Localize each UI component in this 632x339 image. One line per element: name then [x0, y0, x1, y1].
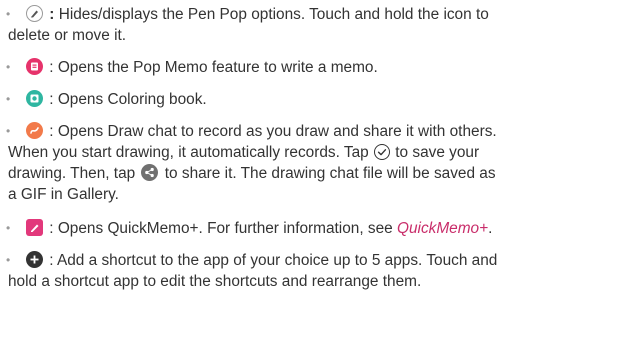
bullet: • — [6, 60, 11, 74]
item-text: Add a shortcut to the app of your choice… — [56, 252, 498, 269]
item-lead: : — [45, 59, 58, 76]
draw-chat-icon — [26, 122, 43, 139]
item-line: : Opens Draw chat to record as you draw … — [24, 121, 497, 142]
item-line: : Add a shortcut to the app of your choi… — [24, 250, 497, 271]
item-text: hold a shortcut app to edit the shortcut… — [8, 273, 422, 290]
check-circle-icon — [373, 144, 390, 160]
item-line: : Hides/displays the Pen Pop options. To… — [24, 4, 489, 25]
item-text: a GIF in Gallery. — [8, 186, 119, 203]
quickmemo-link[interactable]: QuickMemo+ — [397, 220, 488, 237]
bullet: • — [6, 92, 11, 106]
item-text: to share it. The drawing chat file will … — [160, 165, 496, 182]
item-text: Opens QuickMemo+. For further informatio… — [57, 220, 397, 237]
item-text: Opens the Pop Memo feature to write a me… — [57, 59, 378, 76]
item-text: Hides/displays the Pen Pop options. Touc… — [54, 6, 489, 23]
item-text: delete or move it. — [8, 27, 127, 44]
item-line: drawing. Then, tap to share it. The draw… — [8, 163, 496, 184]
item-text: When you start drawing, it automatically… — [8, 144, 373, 161]
item-text: Opens Draw chat to record as you draw an… — [57, 123, 497, 140]
bullet: • — [6, 253, 11, 267]
item-line: : Opens Coloring book. — [24, 89, 207, 110]
bullet: • — [6, 7, 11, 21]
item-line: delete or move it. — [8, 25, 126, 46]
item-line: : Opens the Pop Memo feature to write a … — [24, 57, 378, 78]
item-line: a GIF in Gallery. — [8, 184, 119, 205]
share-icon — [141, 164, 159, 181]
item-text: . — [488, 220, 493, 237]
item-lead: : — [45, 220, 58, 237]
coloring-book-icon — [26, 90, 43, 107]
pop-memo-icon — [26, 58, 43, 75]
item-text: Opens Coloring book. — [57, 91, 207, 108]
quickmemo-icon — [26, 219, 43, 236]
bullet: • — [6, 124, 11, 138]
pen-pop-icon — [26, 5, 43, 22]
item-line: hold a shortcut app to edit the shortcut… — [8, 271, 421, 292]
item-lead: : — [45, 123, 58, 140]
item-line: : Opens QuickMemo+. For further informat… — [24, 218, 492, 239]
item-text: to save your — [390, 144, 480, 161]
add-shortcut-icon — [26, 251, 43, 268]
item-lead: : — [45, 252, 57, 269]
item-lead: : — [45, 91, 58, 108]
item-line: When you start drawing, it automatically… — [8, 142, 479, 163]
item-text: drawing. Then, tap — [8, 165, 140, 182]
bullet: • — [6, 221, 11, 235]
